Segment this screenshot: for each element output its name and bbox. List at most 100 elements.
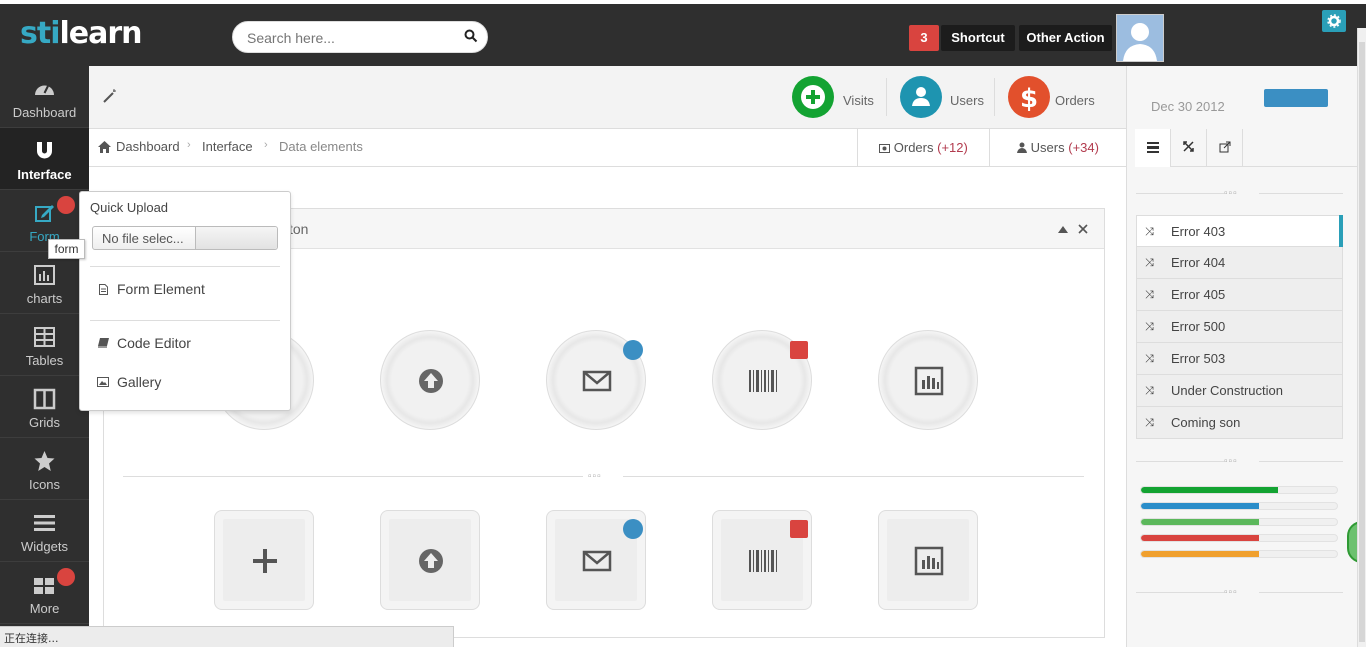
divider	[1136, 193, 1224, 194]
mail-badge-dot	[623, 340, 643, 360]
breadcrumb-dashboard[interactable]: Dashboard	[116, 139, 180, 154]
bar-chart-icon	[914, 366, 944, 396]
sidebar-item-dashboard[interactable]: Dashboard	[0, 66, 89, 128]
sidebar-item-more[interactable]: More	[0, 562, 89, 624]
breadcrumb-current: Data elements	[279, 139, 363, 154]
search-icon[interactable]	[464, 29, 478, 43]
list-icon	[34, 515, 55, 531]
square-chart-button[interactable]	[878, 510, 978, 610]
logo[interactable]: stilearn	[20, 16, 143, 51]
bar-chart-icon	[914, 546, 944, 576]
menu-item-form-element[interactable]: Form Element	[117, 281, 205, 297]
list-item[interactable]: ⤨ Error 405	[1136, 279, 1343, 311]
sidebar-item-label: Widgets	[21, 539, 68, 554]
book-icon	[98, 338, 109, 348]
file-input-text: No file selec...	[102, 231, 184, 246]
stat-orders[interactable]: $ Orders	[1008, 74, 1098, 118]
shortcut-button[interactable]: Shortcut	[941, 25, 1015, 51]
breadcrumb: Dashboard › Interface › Data elements Or…	[89, 129, 1126, 167]
list-item[interactable]: ⤨ Under Construction	[1136, 375, 1343, 407]
shuffle-icon: ⤨	[1145, 353, 1154, 365]
list-item[interactable]: ⤨ Error 503	[1136, 343, 1343, 375]
divider	[1259, 592, 1343, 593]
stats-bar: Visits Users $ Orders	[89, 66, 1126, 129]
edit-icon	[35, 205, 54, 222]
barcode-icon	[749, 550, 777, 572]
magic-wand-icon[interactable]	[102, 88, 118, 104]
grid-icon	[34, 578, 54, 594]
progress-fill	[1141, 503, 1259, 509]
sidebar-item-icons[interactable]: Icons	[0, 438, 89, 500]
stat-visits[interactable]: Visits	[792, 74, 882, 118]
tab-users-label: Users	[1030, 140, 1065, 155]
right-panel: Dec 30 2012 ▫▫▫ ⤨ Error 403 ⤨ Error 404 ⤨ E…	[1126, 66, 1358, 647]
settings-button[interactable]	[1322, 10, 1346, 32]
progress-fill	[1141, 551, 1259, 557]
list-item[interactable]: ⤨ Error 403	[1136, 215, 1343, 247]
list-item[interactable]: ⤨ Error 404	[1136, 247, 1343, 279]
upload-icon	[419, 549, 443, 573]
right-panel-button[interactable]	[1264, 89, 1328, 107]
sidebar-item-charts[interactable]: charts	[0, 252, 89, 314]
scrollbar-thumb[interactable]	[1359, 42, 1365, 642]
browse-button[interactable]	[195, 227, 277, 249]
submenu-title: Quick Upload	[90, 200, 169, 215]
user-icon	[912, 87, 930, 106]
list-item[interactable]: ⤨ Error 500	[1136, 311, 1343, 343]
logo-part-2: learn	[59, 16, 142, 51]
gear-icon	[1327, 14, 1341, 28]
collapse-icon[interactable]	[1058, 226, 1068, 233]
users-circle	[900, 76, 942, 118]
round-upload-button[interactable]	[380, 330, 480, 430]
menu-item-gallery[interactable]: Gallery	[117, 374, 161, 390]
list-item-label: Error 500	[1171, 319, 1226, 334]
menu-item-code-editor[interactable]: Code Editor	[117, 335, 191, 351]
sidebar-item-tables[interactable]: Tables	[0, 314, 89, 376]
list-item-label: Error 404	[1171, 255, 1226, 270]
progress-bar	[1140, 550, 1338, 558]
file-upload-input[interactable]: No file selec...	[92, 226, 278, 250]
round-chart-button[interactable]	[878, 330, 978, 430]
bar-chart-icon	[34, 265, 55, 285]
search-input[interactable]	[247, 30, 457, 46]
square-add-button[interactable]	[214, 510, 314, 610]
tab-fullscreen[interactable]	[1171, 129, 1207, 167]
envelope-icon	[582, 550, 612, 572]
avatar[interactable]	[1116, 14, 1164, 62]
barcode-icon	[749, 370, 777, 392]
divider-dots-icon: ▫▫▫	[1224, 188, 1238, 199]
tab-external-link[interactable]	[1207, 129, 1243, 167]
stat-users[interactable]: Users	[900, 74, 990, 118]
stat-label: Orders	[1055, 93, 1095, 108]
tab-users[interactable]: Users (+34)	[989, 129, 1126, 167]
fullscreen-icon	[1183, 141, 1194, 152]
notification-badge[interactable]: 3	[909, 25, 939, 51]
close-icon[interactable]	[1078, 224, 1088, 234]
envelope-icon	[582, 370, 612, 392]
columns-icon	[33, 388, 56, 410]
barcode-badge-square	[790, 520, 808, 538]
scrollbar[interactable]	[1357, 28, 1366, 647]
visits-circle	[792, 76, 834, 118]
other-action-button[interactable]: Other Action	[1019, 25, 1112, 51]
tab-orders-count: (+12)	[937, 140, 968, 155]
progress-bar	[1140, 534, 1338, 542]
tab-users-count: (+34)	[1068, 140, 1099, 155]
list-item[interactable]: ⤨ Coming son	[1136, 407, 1343, 439]
tab-orders[interactable]: Orders (+12)	[857, 129, 989, 167]
sidebar-item-grids[interactable]: Grids	[0, 376, 89, 438]
progress-fill	[1141, 519, 1259, 525]
shuffle-icon: ⤨	[1145, 417, 1154, 429]
shuffle-icon: ⤨	[1145, 321, 1154, 333]
divider	[994, 78, 995, 116]
form-submenu: Quick Upload No file selec... Form Eleme…	[79, 191, 291, 411]
form-notification-dot	[57, 196, 75, 214]
list-icon	[1147, 142, 1159, 153]
sidebar-item-widgets[interactable]: Widgets	[0, 500, 89, 562]
divider	[1136, 461, 1224, 462]
breadcrumb-interface[interactable]: Interface	[202, 139, 253, 154]
mail-badge-dot	[623, 519, 643, 539]
tab-list[interactable]	[1135, 129, 1171, 167]
sidebar-item-interface[interactable]: Interface	[0, 128, 89, 190]
square-upload-button[interactable]	[380, 510, 480, 610]
